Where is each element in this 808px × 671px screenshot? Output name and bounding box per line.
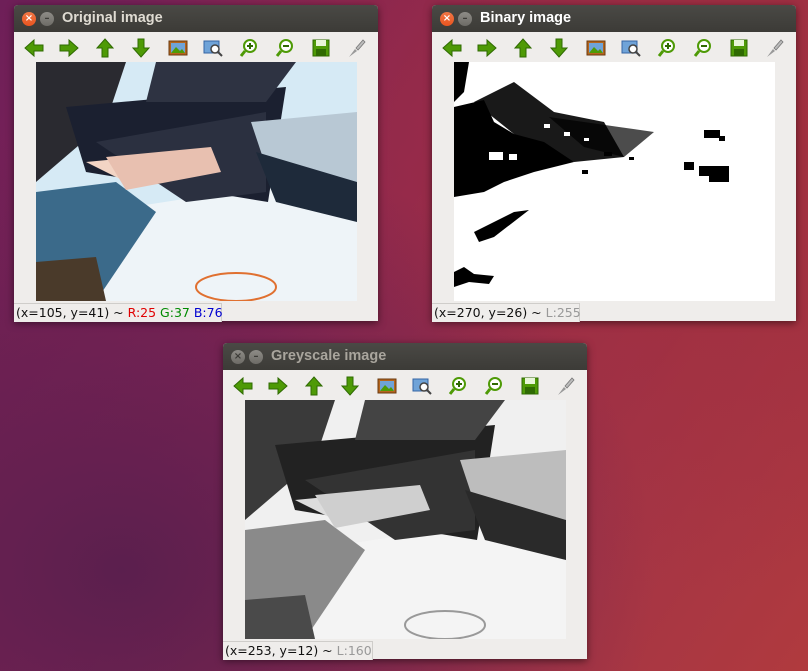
arrow-left-icon[interactable]	[231, 375, 255, 397]
luminance-value: L:160	[336, 643, 372, 658]
original-image-window: × – Original image (x=105, y=41) ~ R:25 …	[14, 5, 378, 322]
zoom-in-icon[interactable]	[237, 37, 261, 59]
minimize-icon[interactable]: –	[40, 12, 54, 26]
zoom-fit-icon[interactable]	[410, 375, 434, 397]
status-bar: (x=253, y=12) ~ L:160	[223, 641, 373, 660]
cursor-coords: (x=270, y=26) ~	[434, 305, 546, 320]
close-icon[interactable]: ×	[440, 12, 454, 26]
zoom-fit-icon[interactable]	[201, 37, 225, 59]
close-icon[interactable]: ×	[22, 12, 36, 26]
arrow-left-icon[interactable]	[22, 37, 46, 59]
image-icon[interactable]	[375, 375, 399, 397]
minimize-icon[interactable]: –	[249, 350, 263, 364]
arrow-right-icon[interactable]	[475, 37, 499, 59]
titlebar[interactable]: × – Greyscale image	[223, 343, 587, 370]
titlebar[interactable]: × – Binary image	[432, 5, 796, 32]
arrow-left-icon[interactable]	[440, 37, 464, 59]
save-icon[interactable]	[518, 375, 542, 397]
arrow-down-icon[interactable]	[338, 375, 362, 397]
original-image-canvas[interactable]	[36, 62, 357, 301]
properties-icon[interactable]	[553, 375, 577, 397]
green-value: G:37	[160, 305, 190, 320]
zoom-in-icon[interactable]	[446, 375, 470, 397]
window-title: Binary image	[480, 10, 572, 26]
zoom-in-icon[interactable]	[655, 37, 679, 59]
status-bar: (x=270, y=26) ~ L:255	[432, 303, 581, 322]
properties-icon[interactable]	[762, 37, 786, 59]
greyscale-image-canvas[interactable]	[245, 400, 566, 639]
save-icon[interactable]	[727, 37, 751, 59]
image-icon[interactable]	[584, 37, 608, 59]
toolbar	[223, 370, 587, 402]
cursor-coords: (x=105, y=41) ~	[16, 305, 128, 320]
status-bar: (x=105, y=41) ~ R:25 G:37 B:76	[14, 303, 223, 322]
arrow-up-icon[interactable]	[511, 37, 535, 59]
image-icon[interactable]	[166, 37, 190, 59]
cursor-coords: (x=253, y=12) ~	[225, 643, 337, 658]
zoom-out-icon[interactable]	[273, 37, 297, 59]
arrow-right-icon[interactable]	[57, 37, 81, 59]
zoom-out-icon[interactable]	[691, 37, 715, 59]
zoom-fit-icon[interactable]	[619, 37, 643, 59]
arrow-down-icon[interactable]	[129, 37, 153, 59]
red-value: R:25	[127, 305, 157, 320]
minimize-icon[interactable]: –	[458, 12, 472, 26]
arrow-up-icon[interactable]	[93, 37, 117, 59]
binary-image-window: × – Binary image (x=270, y=26) ~ L:255	[432, 5, 796, 322]
arrow-down-icon[interactable]	[547, 37, 571, 59]
blue-value: B:76	[193, 305, 223, 320]
zoom-out-icon[interactable]	[482, 375, 506, 397]
toolbar	[432, 32, 796, 64]
save-icon[interactable]	[309, 37, 333, 59]
window-title: Greyscale image	[271, 348, 387, 364]
toolbar	[14, 32, 378, 64]
titlebar[interactable]: × – Original image	[14, 5, 378, 32]
close-icon[interactable]: ×	[231, 350, 245, 364]
greyscale-image-window: × – Greyscale image (x=253, y=12) ~ L:16…	[223, 343, 587, 660]
window-title: Original image	[62, 10, 163, 26]
arrow-right-icon[interactable]	[266, 375, 290, 397]
properties-icon[interactable]	[344, 37, 368, 59]
binary-image-canvas[interactable]	[454, 62, 775, 301]
arrow-up-icon[interactable]	[302, 375, 326, 397]
luminance-value: L:255	[545, 305, 581, 320]
